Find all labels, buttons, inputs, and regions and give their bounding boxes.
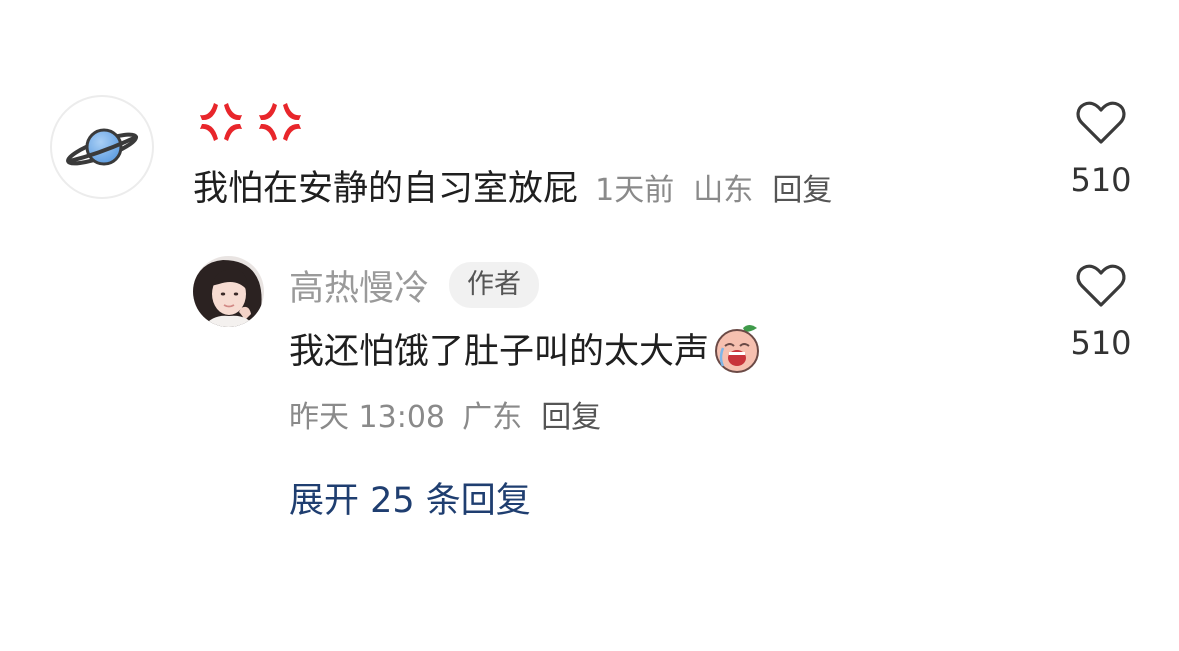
- comment-location: 山东: [693, 173, 754, 208]
- reply-reply-button[interactable]: 回复: [541, 400, 601, 435]
- reply-location: 广东: [462, 400, 523, 435]
- avatar[interactable]: [50, 95, 154, 199]
- comment-like-count: 510: [1070, 161, 1132, 199]
- comment-body: 我怕在安静的自习室放屁 1天前 山东 回复: [193, 167, 832, 217]
- reply-body: 我还怕饿了肚子叫的太大声: [289, 320, 761, 376]
- comment-reply-button[interactable]: 回复: [772, 173, 832, 208]
- reply-text: 我还怕饿了肚子叫的太大声: [289, 331, 710, 372]
- comment-time: 1天前: [595, 173, 675, 208]
- reply-author-name[interactable]: 高热慢冷: [289, 260, 429, 311]
- reply-time: 昨天 13:08: [289, 400, 445, 435]
- reply-like-count: 510: [1070, 324, 1132, 362]
- comment-like-button[interactable]: 510: [1056, 100, 1146, 198]
- heart-outline-icon[interactable]: [1075, 100, 1127, 146]
- comment-text: 我怕在安静的自习室放屁: [193, 169, 579, 209]
- author-badge: 作者: [449, 262, 540, 308]
- emoji-row: [196, 99, 309, 145]
- anger-symbol-icon: [259, 103, 302, 141]
- heart-outline-icon[interactable]: [1075, 263, 1127, 309]
- reply-header: 高热慢冷 作者: [289, 258, 540, 312]
- crying-peach-sticker-icon: [715, 325, 760, 373]
- reply-meta: 昨天 13:08 广东 回复: [289, 398, 601, 442]
- anger-symbol-icon: [200, 103, 242, 141]
- reply-avatar[interactable]: [193, 256, 264, 327]
- reply-like-button[interactable]: 510: [1056, 263, 1146, 361]
- user-photo-avatar: [193, 256, 264, 327]
- expand-replies-button[interactable]: 展开 25 条回复: [289, 478, 531, 524]
- planet-icon: [66, 128, 138, 166]
